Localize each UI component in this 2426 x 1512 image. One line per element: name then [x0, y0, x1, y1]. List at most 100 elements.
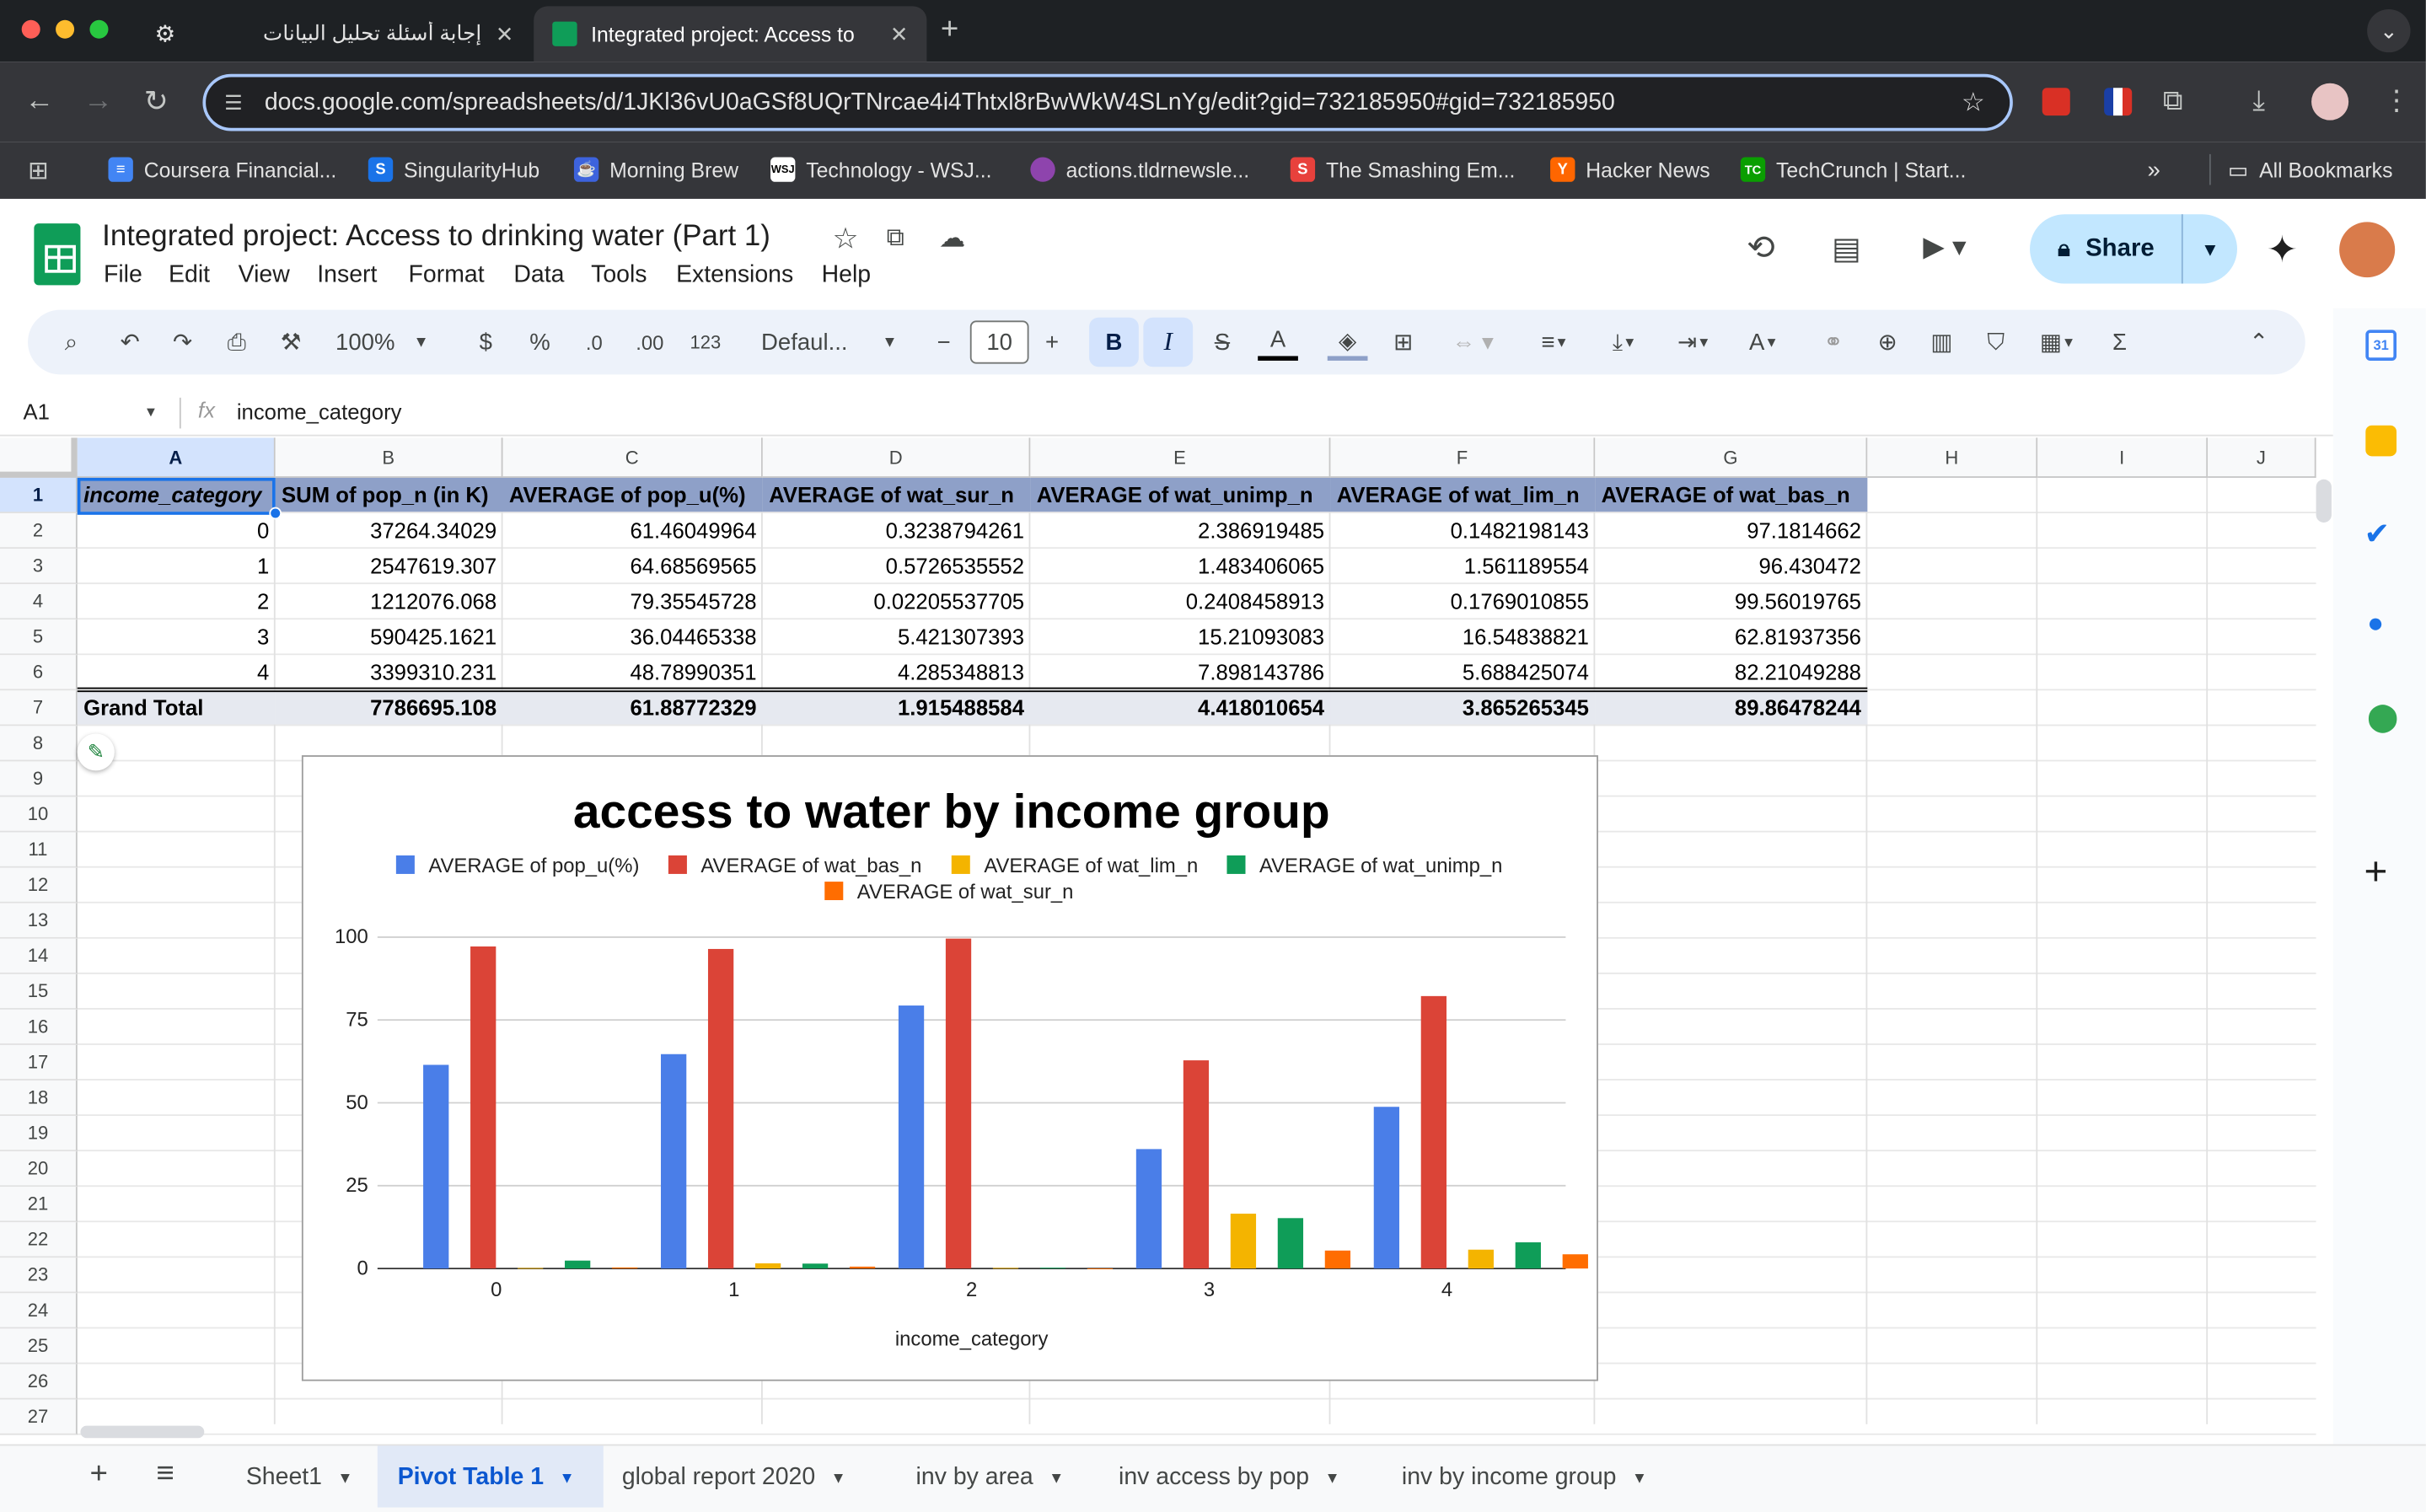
row-header[interactable]: 19 — [0, 1116, 78, 1152]
menu-file[interactable]: File — [104, 262, 142, 290]
pivot-total-cell[interactable]: 4.418010654 — [1030, 690, 1331, 725]
menu-edit[interactable]: Edit — [169, 262, 210, 290]
pivot-data-cell[interactable]: 4 — [78, 655, 276, 689]
bookmark-item[interactable]: S SingularityHub — [368, 154, 539, 185]
pivot-data-cell[interactable]: 1 — [78, 549, 276, 582]
sheet-tab[interactable]: inv by area ▼ — [916, 1458, 1065, 1499]
version-history-icon[interactable]: ⟲ — [1747, 228, 1775, 269]
vertical-align-icon[interactable]: ⤓ ▼ — [1595, 324, 1654, 361]
pivot-data-cell[interactable]: 0.2408458913 — [1030, 584, 1330, 618]
pivot-data-cell[interactable]: 3399310.231 — [276, 655, 503, 689]
pivot-header-cell[interactable]: AVERAGE of wat_unimp_n — [1030, 477, 1331, 512]
meet-video-icon[interactable]: ▶ ▾ — [1923, 231, 1966, 263]
more-formats-button[interactable]: 123 — [685, 324, 726, 361]
row-header[interactable]: 5 — [0, 619, 78, 656]
row-header[interactable]: 10 — [0, 796, 78, 833]
pivot-data-cell[interactable]: 82.21049288 — [1595, 655, 1867, 689]
pivot-data-cell[interactable]: 590425.1621 — [276, 619, 503, 653]
gemini-icon[interactable]: ✦ — [2267, 228, 2298, 273]
row-header[interactable]: 6 — [0, 655, 78, 691]
pivot-data-cell[interactable]: 0 — [78, 513, 276, 547]
fill-handle[interactable] — [269, 507, 282, 520]
bookmark-item[interactable]: WSJ Technology - WSJ... — [770, 154, 992, 185]
sheet-tab[interactable]: inv access by pop ▼ — [1119, 1458, 1340, 1499]
row-header[interactable]: 12 — [0, 867, 78, 903]
maximize-window-button[interactable] — [89, 19, 109, 39]
decrease-decimal-button[interactable]: .0 — [576, 324, 613, 361]
menu-data[interactable]: Data — [513, 262, 564, 290]
pivot-total-cell[interactable]: Grand Total — [77, 690, 276, 725]
font-size-input[interactable]: 10 — [969, 320, 1029, 364]
pivot-data-cell[interactable]: 5.688425074 — [1330, 655, 1595, 689]
bookmark-item[interactable]: TC TechCrunch | Start... — [1740, 154, 1966, 185]
row-header[interactable]: 23 — [0, 1257, 78, 1294]
pivot-header-cell[interactable]: SUM of pop_n (in K) — [275, 477, 503, 512]
bookmark-item[interactable]: actions.tldrnewsle... — [1030, 154, 1249, 185]
functions-button[interactable]: Σ — [2102, 324, 2136, 361]
search-menus-icon[interactable]: ⌕ — [56, 324, 87, 361]
row-header[interactable]: 17 — [0, 1044, 78, 1080]
pivot-total-cell[interactable]: 1.915488584 — [762, 690, 1031, 725]
row-header[interactable]: 25 — [0, 1328, 78, 1365]
undo-icon[interactable]: ↶ — [115, 324, 146, 361]
site-info-icon[interactable]: ☰ — [224, 91, 242, 115]
row-header[interactable]: 24 — [0, 1293, 78, 1329]
maps-icon[interactable]: ⬤ — [2367, 701, 2398, 733]
pivot-data-cell[interactable]: 5.421307393 — [763, 619, 1031, 653]
pivot-header-cell[interactable]: AVERAGE of pop_u(%) — [502, 477, 763, 512]
sheet-tab[interactable]: global report 2020 ▼ — [622, 1458, 846, 1499]
sheet-tab[interactable]: inv by income group ▼ — [1402, 1458, 1647, 1499]
font-size-decrease-icon[interactable]: − — [928, 324, 959, 361]
row-header[interactable]: 21 — [0, 1187, 78, 1223]
pivot-data-cell[interactable]: 2.386919485 — [1030, 513, 1330, 547]
browser-tab-1[interactable]: ⚙ إجابة أسئلة تحليل البيانات ✕ — [137, 6, 533, 62]
pivot-header-cell[interactable]: AVERAGE of wat_bas_n — [1595, 477, 1868, 512]
row-header[interactable]: 26 — [0, 1364, 78, 1400]
browser-tab-2[interactable]: Integrated project: Access to ✕ — [534, 6, 927, 62]
strikethrough-icon[interactable]: S — [1207, 324, 1238, 361]
name-box[interactable]: A1 — [24, 399, 50, 424]
pivot-data-cell[interactable]: 79.35545728 — [503, 584, 763, 618]
row-header[interactable]: 15 — [0, 973, 78, 1010]
pivot-total-cell[interactable]: 3.865265345 — [1330, 690, 1596, 725]
keep-icon[interactable] — [2365, 425, 2397, 457]
contacts-icon[interactable]: ● — [2367, 608, 2384, 640]
bookmark-item[interactable]: ≡ Coursera Financial... — [108, 154, 336, 185]
insert-link-icon[interactable]: ⚭ — [1817, 324, 1850, 361]
pivot-header-cell[interactable]: AVERAGE of wat_lim_n — [1330, 477, 1596, 512]
add-sheet-icon[interactable]: + — [89, 1456, 107, 1492]
column-header[interactable]: F — [1330, 437, 1596, 478]
row-header[interactable]: 20 — [0, 1151, 78, 1188]
column-header[interactable]: E — [1030, 437, 1331, 478]
forward-button[interactable]: → — [83, 85, 113, 119]
downloads-icon[interactable]: ⤓ — [2252, 85, 2265, 117]
back-button[interactable]: ← — [24, 85, 54, 119]
menu-insert[interactable]: Insert — [317, 262, 377, 290]
paint-format-icon[interactable]: ⚒ — [276, 324, 307, 361]
menu-format[interactable]: Format — [409, 262, 485, 290]
more-bookmarks-icon[interactable]: » — [2148, 154, 2160, 185]
pivot-data-cell[interactable]: 64.68569565 — [503, 549, 763, 582]
insert-comment-icon[interactable]: ⊕ — [1870, 324, 1904, 361]
pivot-data-cell[interactable]: 1.483406065 — [1030, 549, 1330, 582]
column-header[interactable]: A — [77, 437, 276, 478]
calendar-icon[interactable]: 31 — [2365, 330, 2397, 361]
all-sheets-icon[interactable]: ≡ — [156, 1456, 174, 1492]
pivot-data-cell[interactable]: 2547619.307 — [276, 549, 503, 582]
pivot-data-cell[interactable]: 96.430472 — [1595, 549, 1867, 582]
reload-button[interactable]: ↻ — [144, 85, 169, 121]
apps-grid-icon[interactable]: ⊞ — [28, 156, 49, 187]
sheet-tab-active[interactable]: Pivot Table 1 ▼ — [398, 1458, 575, 1499]
menu-tools[interactable]: Tools — [591, 262, 647, 290]
pivot-data-cell[interactable]: 99.56019765 — [1595, 584, 1867, 618]
collapse-toolbar-icon[interactable]: ⌃ — [2241, 324, 2275, 361]
close-tab-icon[interactable]: ✕ — [890, 21, 909, 47]
horizontal-align-icon[interactable]: ≡ ▼ — [1526, 324, 1585, 361]
pivot-total-cell[interactable]: 89.86478244 — [1595, 690, 1868, 725]
borders-icon[interactable]: ⊞ — [1387, 324, 1419, 361]
pivot-data-cell[interactable]: 0.3238794261 — [763, 513, 1031, 547]
pivot-data-cell[interactable]: 0.5726535552 — [763, 549, 1031, 582]
formula-input[interactable]: income_category — [237, 399, 402, 424]
menu-extensions[interactable]: Extensions — [676, 262, 793, 290]
menu-help[interactable]: Help — [822, 262, 872, 290]
